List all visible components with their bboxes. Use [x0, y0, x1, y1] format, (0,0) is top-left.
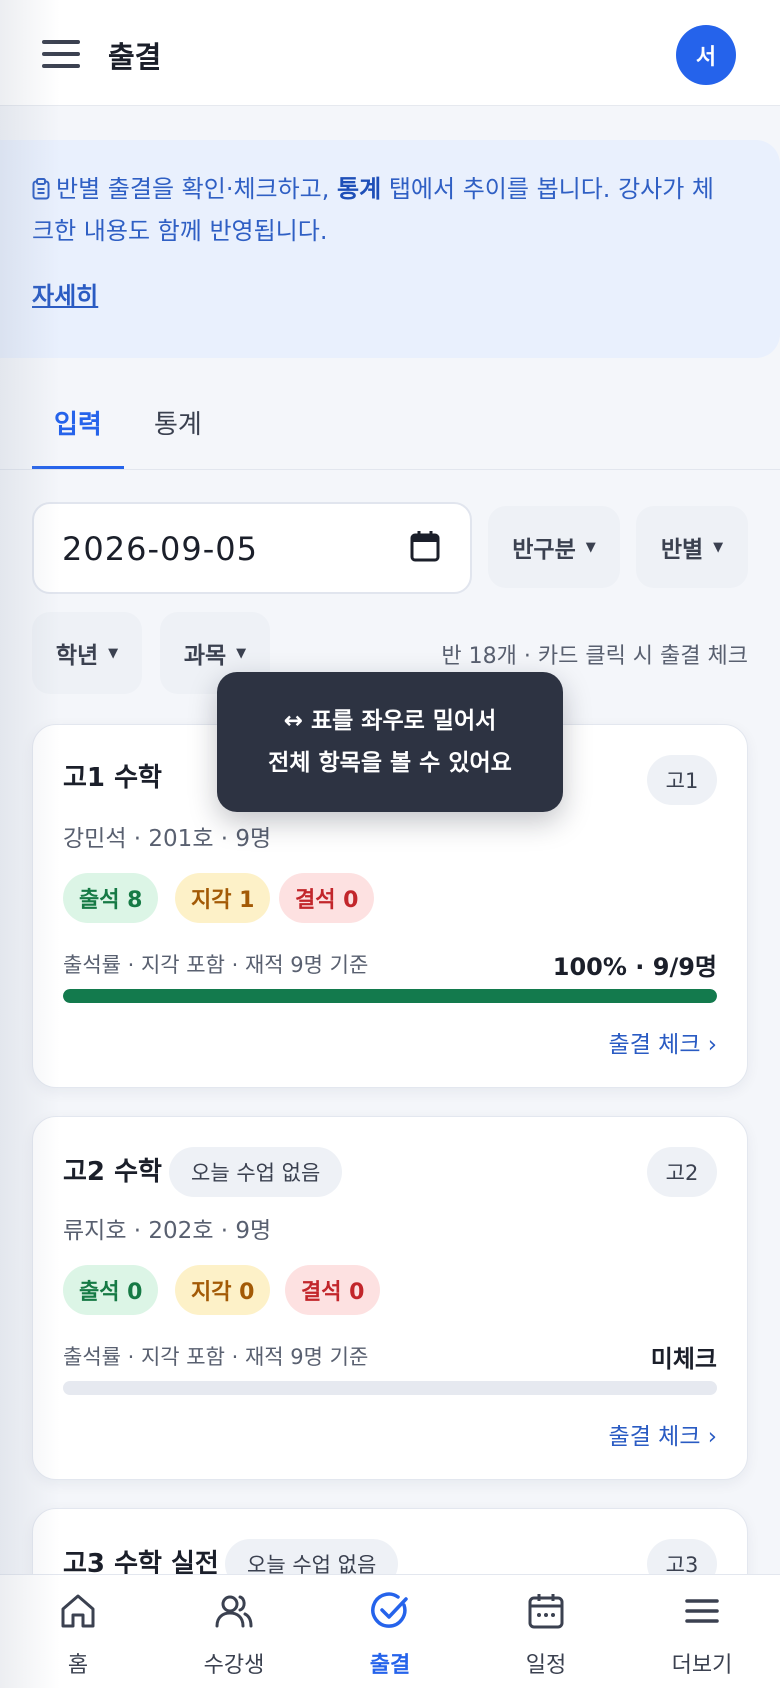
by-class-filter[interactable]: 반별 ▼	[636, 506, 748, 588]
attendance-rate-label: 출석률 · 지각 포함 · 재적 9명 기준	[63, 1345, 369, 1369]
attendance-progress-bar	[63, 989, 717, 1003]
attendance-rate-value: 미체크	[650, 1345, 717, 1373]
menu-icon	[685, 1599, 719, 1623]
nav-more-label: 더보기	[671, 1653, 733, 1678]
nav-home-label: 홈	[67, 1653, 89, 1678]
tab-stats[interactable]: 통계	[154, 404, 202, 441]
by-class-label: 반별	[660, 537, 704, 563]
tooltip-line-1: ↔ 표를 좌우로 밀어서	[283, 708, 497, 734]
grade-filter[interactable]: 학년 ▼	[32, 612, 142, 694]
class-count-summary: 반 18개 · 카드 클릭 시 출결 체크	[441, 644, 748, 669]
nav-home[interactable]: 홈	[0, 1575, 156, 1688]
absent-count-badge: 결석 0	[285, 1265, 381, 1315]
nav-more[interactable]: 더보기	[624, 1575, 780, 1688]
active-tab-indicator	[32, 466, 124, 469]
app-bar: 출결 서	[0, 0, 780, 106]
details-link[interactable]: 자세히	[32, 276, 98, 311]
late-count-badge: 지각 0	[175, 1265, 271, 1315]
avatar[interactable]: 서	[676, 25, 736, 85]
bottom-nav: 홈 수강생 출결 일정 더보기	[0, 1574, 780, 1688]
attend-count-badge: 출석 8	[63, 873, 159, 923]
class-type-filter[interactable]: 반구분 ▼	[488, 506, 620, 588]
late-count-badge: 지각 1	[175, 873, 271, 923]
class-title: 고1 수학	[63, 763, 162, 793]
users-icon	[215, 1595, 253, 1628]
attend-count-badge: 출석 0	[63, 1265, 159, 1315]
progress-fill	[63, 989, 717, 1003]
nav-students[interactable]: 수강생	[156, 1575, 312, 1688]
nav-attendance-label: 출결	[369, 1653, 411, 1678]
grade-badge: 고1	[647, 755, 717, 805]
check-circle-icon	[371, 1592, 408, 1628]
absent-count-badge: 결석 0	[279, 873, 375, 923]
nav-students-label: 수강생	[203, 1653, 265, 1678]
menu-icon[interactable]	[42, 38, 82, 70]
caret-down-icon: ▼	[713, 539, 724, 555]
tab-input[interactable]: 입력	[54, 404, 102, 441]
tab-bar: 입력 통계	[0, 390, 780, 470]
no-class-badge: 오늘 수업 없음	[169, 1147, 343, 1197]
calendar-icon	[528, 1594, 564, 1629]
attendance-rate-value: 100% · 9/9명	[552, 953, 717, 981]
scroll-hint-tooltip: ↔ 표를 좌우로 밀어서 전체 항목을 볼 수 있어요	[217, 672, 563, 812]
class-info: 류지호 · 202호 · 9명	[63, 1218, 272, 1244]
caret-down-icon: ▼	[585, 539, 596, 555]
tooltip-line-2: 전체 항목을 볼 수 있어요	[268, 750, 512, 776]
info-banner-text: 반별 출결을 확인·체크하고, 통계 탭에서 추이를 봅니다. 강사가 체크한 …	[32, 175, 715, 245]
grade-badge: 고2	[647, 1147, 717, 1197]
nav-attendance[interactable]: 출결	[312, 1575, 468, 1688]
page-title: 출결	[108, 40, 162, 74]
class-info: 강민석 · 201호 · 9명	[63, 826, 272, 852]
clipboard-icon	[32, 178, 50, 200]
class-type-label: 반구분	[512, 537, 576, 563]
nav-schedule[interactable]: 일정	[468, 1575, 624, 1688]
grade-label: 학년	[55, 643, 99, 669]
caret-down-icon: ▼	[236, 645, 247, 661]
nav-schedule-label: 일정	[525, 1653, 567, 1678]
caret-down-icon: ▼	[108, 645, 119, 661]
class-title: 고2 수학	[63, 1157, 162, 1187]
date-value: 2026-09-05	[62, 530, 258, 568]
class-card[interactable]: 고2 수학 오늘 수업 없음 고2 류지호 · 202호 · 9명 출석 0 지…	[32, 1116, 748, 1480]
attendance-check-link[interactable]: 출결 체크 ›	[609, 1417, 717, 1451]
date-input[interactable]: 2026-09-05	[32, 502, 472, 594]
attendance-progress-bar	[63, 1381, 717, 1395]
attendance-check-link[interactable]: 출결 체크 ›	[609, 1025, 717, 1059]
subject-label: 과목	[183, 643, 227, 669]
home-icon	[61, 1594, 95, 1628]
calendar-picker-icon[interactable]	[410, 530, 440, 562]
attendance-rate-label: 출석률 · 지각 포함 · 재적 9명 기준	[63, 953, 369, 977]
